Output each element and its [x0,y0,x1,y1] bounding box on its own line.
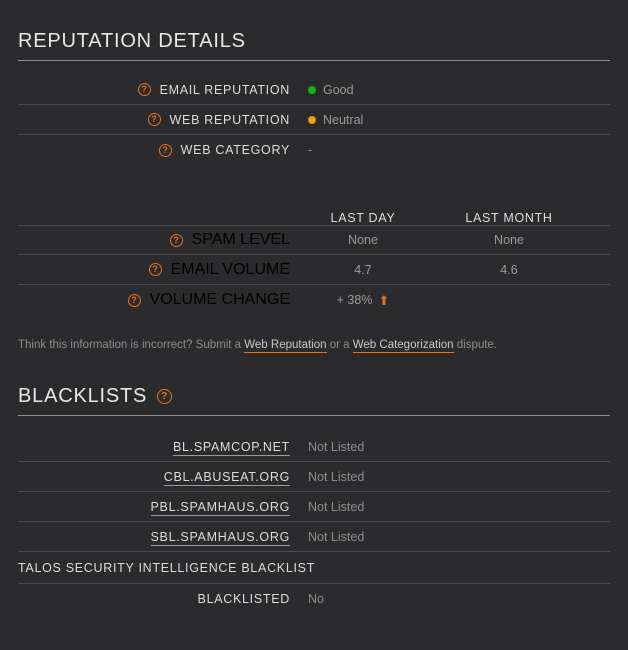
column-header-last-day: LAST DAY [330,211,396,225]
row-value: Good [323,82,354,97]
label-cell: ? WEB REPUTATION [18,113,290,127]
metrics-column-headers: LAST DAY LAST MONTH [18,199,610,225]
row-label: EMAIL REPUTATION [159,82,290,97]
value-last-day: None [348,233,378,247]
row-email-reputation: ? EMAIL REPUTATION Good [18,75,610,105]
row-volume-change: ? VOLUME CHANGE + 38% ⬆ [18,285,610,315]
blacklist-link[interactable]: CBL.ABUSEAT.ORG [163,469,290,486]
row-value: Neutral [323,112,364,127]
blacklist-status: Not Listed [308,529,365,544]
talos-section-title: TALOS SECURITY INTELLIGENCE BLACKLIST [18,552,610,584]
help-icon[interactable]: ? [127,293,141,307]
value-cell: - [290,143,312,157]
column-header-last-month: LAST MONTH [465,211,553,225]
blacklist-name-cell: PBL.SPAMHAUS.ORG [18,498,290,516]
row-email-volume: ? EMAIL VOLUME 4.7 4.6 [18,255,610,285]
dispute-note: Think this information is incorrect? Sub… [18,339,610,353]
blacklist-name-cell: CBL.ABUSEAT.ORG [18,468,290,486]
value-last-month: 4.6 [500,262,518,277]
label-cell: ? VOLUME CHANGE [18,291,290,309]
table-row: SBL.SPAMHAUS.ORG Not Listed [18,522,610,552]
status-dot-good [308,85,316,94]
row-web-category: ? WEB CATEGORY - [18,135,610,165]
label-cell: ? WEB CATEGORY [18,143,290,157]
value-last-day-group: + 38% ⬆ [290,293,436,307]
blacklist-status: Not Listed [308,469,365,484]
help-icon[interactable]: ? [169,233,183,247]
table-row: CBL.ABUSEAT.ORG Not Listed [18,462,610,492]
row-spam-level: ? SPAM LEVEL None None [18,225,610,255]
blacklist-status: Not Listed [308,439,365,454]
row-label: VOLUME CHANGE [149,291,290,308]
row-value: No [308,592,324,606]
blacklist-status: Not Listed [308,499,365,514]
label-cell: ? EMAIL REPUTATION [18,83,290,97]
blacklist-link[interactable]: BL.SPAMCOP.NET [172,439,290,456]
reputation-rows: ? EMAIL REPUTATION Good ? WEB REPUTATION… [18,75,610,165]
page-title: REPUTATION DETAILS [18,30,246,52]
note-prefix: Think this information is incorrect? Sub… [18,339,245,351]
row-label: WEB CATEGORY [180,143,290,157]
value-cell: Good [290,83,354,97]
row-value: - [308,143,313,157]
blacklist-name-cell: BL.SPAMCOP.NET [18,438,290,456]
help-icon[interactable]: ? [147,113,161,126]
note-middle: or a [326,339,353,351]
help-icon[interactable]: ? [137,83,151,96]
help-icon[interactable]: ? [157,389,173,404]
row-label: EMAIL VOLUME [170,260,290,278]
reputation-details-page: REPUTATION DETAILS ? EMAIL REPUTATION Go… [0,0,628,650]
help-icon[interactable]: ? [148,263,162,276]
table-row: PBL.SPAMHAUS.ORG Not Listed [18,492,610,522]
status-dot-neutral [308,115,316,124]
reputation-details-header: REPUTATION DETAILS [18,30,610,61]
row-label: WEB REPUTATION [169,112,290,127]
web-categorization-dispute-link[interactable]: Web Categorization [352,339,454,353]
note-suffix: dispute. [453,339,498,351]
blacklists-title: BLACKLISTS [18,385,148,407]
row-blacklisted: BLACKLISTED No [18,584,610,614]
row-web-reputation: ? WEB REPUTATION Neutral [18,105,610,135]
label-cell: ? EMAIL VOLUME [18,261,290,279]
table-row: BL.SPAMCOP.NET Not Listed [18,432,610,462]
value-last-month: None [494,233,524,247]
blacklist-link[interactable]: PBL.SPAMHAUS.ORG [150,499,290,516]
web-reputation-dispute-link[interactable]: Web Reputation [244,339,327,353]
blacklist-name-cell: SBL.SPAMHAUS.ORG [18,528,290,546]
blacklist-link[interactable]: SBL.SPAMHAUS.ORG [150,529,290,546]
help-icon[interactable]: ? [158,143,172,157]
row-label: BLACKLISTED [197,592,290,606]
arrow-up-icon: ⬆ [378,292,390,308]
value-cell: Neutral [290,113,363,127]
value-last-day: 4.7 [354,262,372,277]
row-label: SPAM LEVEL [191,231,290,248]
blacklists-header: BLACKLISTS ? [18,385,610,416]
label-cell: ? SPAM LEVEL [18,231,290,249]
value-last-day: + 38% [336,293,373,307]
